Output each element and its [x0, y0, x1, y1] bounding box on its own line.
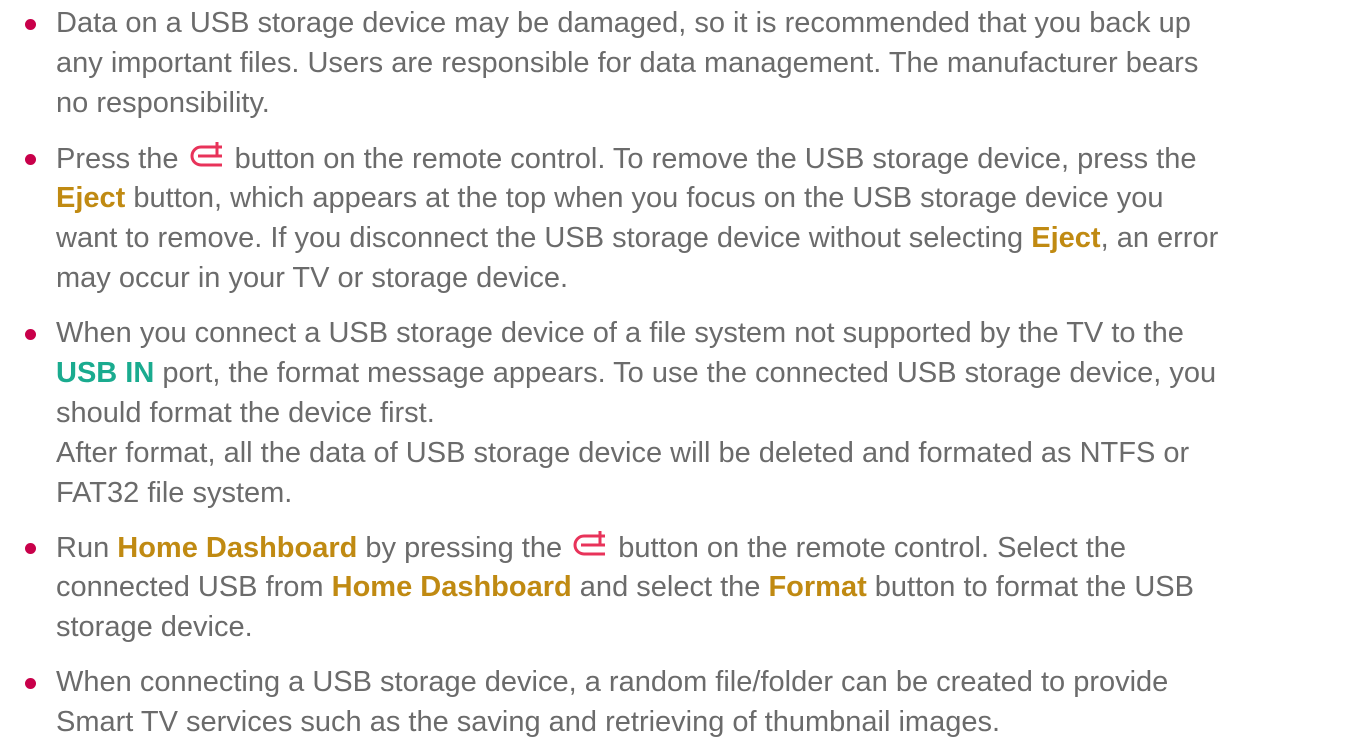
- text-line: Press the button on the remote control. …: [56, 138, 1356, 178]
- text-segment: button on the remote control. Select the: [610, 532, 1127, 564]
- text-line: may occur in your TV or storage device.: [56, 262, 569, 294]
- text-segment: by pressing the: [357, 532, 571, 564]
- text-line: storage device.: [56, 611, 253, 643]
- note-text: When you connect a USB storage device of…: [56, 313, 1356, 513]
- text-segment: Press the: [56, 143, 187, 175]
- text-line: Smart TV services such as the saving and…: [56, 706, 1001, 738]
- text-line: want to remove. If you disconnect the US…: [56, 218, 1356, 258]
- text-line: Data on a USB storage device may be dama…: [56, 7, 1191, 39]
- note-text: When connecting a USB storage device, a …: [56, 662, 1356, 742]
- bullet-icon: [25, 329, 36, 340]
- text-line: no responsibility.: [56, 87, 270, 119]
- text-line: any important files. Users are responsib…: [56, 47, 1199, 79]
- bullet-icon: [25, 19, 36, 30]
- text-segment: and select the: [571, 571, 769, 603]
- text-line: When you connect a USB storage device of…: [56, 317, 1184, 349]
- text-segment: button on the remote control. To remove …: [226, 143, 1197, 175]
- note-text: Press the button on the remote control. …: [56, 138, 1356, 298]
- text-segment: Run: [56, 532, 118, 564]
- text-line: Eject button, which appears at the top w…: [56, 178, 1356, 218]
- text-line: USB IN port, the format message appears.…: [56, 353, 1356, 393]
- text-line: Run Home Dashboard by pressing the butto…: [56, 527, 1356, 567]
- note-text: Run Home Dashboard by pressing the butto…: [56, 527, 1356, 647]
- text-segment: button to format the USB: [866, 571, 1194, 603]
- text-line: FAT32 file system.: [56, 477, 293, 509]
- format-keyword: Format: [768, 571, 867, 603]
- text-segment: , an error: [1100, 222, 1219, 254]
- home-dashboard-keyword: Home Dashboard: [331, 571, 572, 603]
- bullet-icon: [25, 543, 36, 554]
- home-dashboard-keyword: Home Dashboard: [117, 532, 358, 564]
- note-text: Data on a USB storage device may be dama…: [56, 3, 1356, 123]
- bullet-icon: [25, 154, 36, 165]
- text-segment: port, the format message appears. To use…: [154, 357, 1217, 389]
- text-line: connected USB from Home Dashboard and se…: [56, 567, 1356, 607]
- bullet-icon: [25, 678, 36, 689]
- text-line: should format the device first.: [56, 397, 435, 429]
- home-input-icon: [189, 138, 225, 174]
- text-segment: want to remove. If you disconnect the US…: [56, 222, 1032, 254]
- text-line: After format, all the data of USB storag…: [56, 437, 1190, 469]
- home-input-icon: [572, 527, 608, 563]
- text-segment: connected USB from: [56, 571, 332, 603]
- eject-keyword: Eject: [56, 182, 126, 214]
- usb-in-port-keyword: USB IN: [56, 357, 155, 389]
- text-segment: button, which appears at the top when yo…: [125, 182, 1164, 214]
- text-line: When connecting a USB storage device, a …: [56, 666, 1169, 698]
- eject-keyword: Eject: [1031, 222, 1101, 254]
